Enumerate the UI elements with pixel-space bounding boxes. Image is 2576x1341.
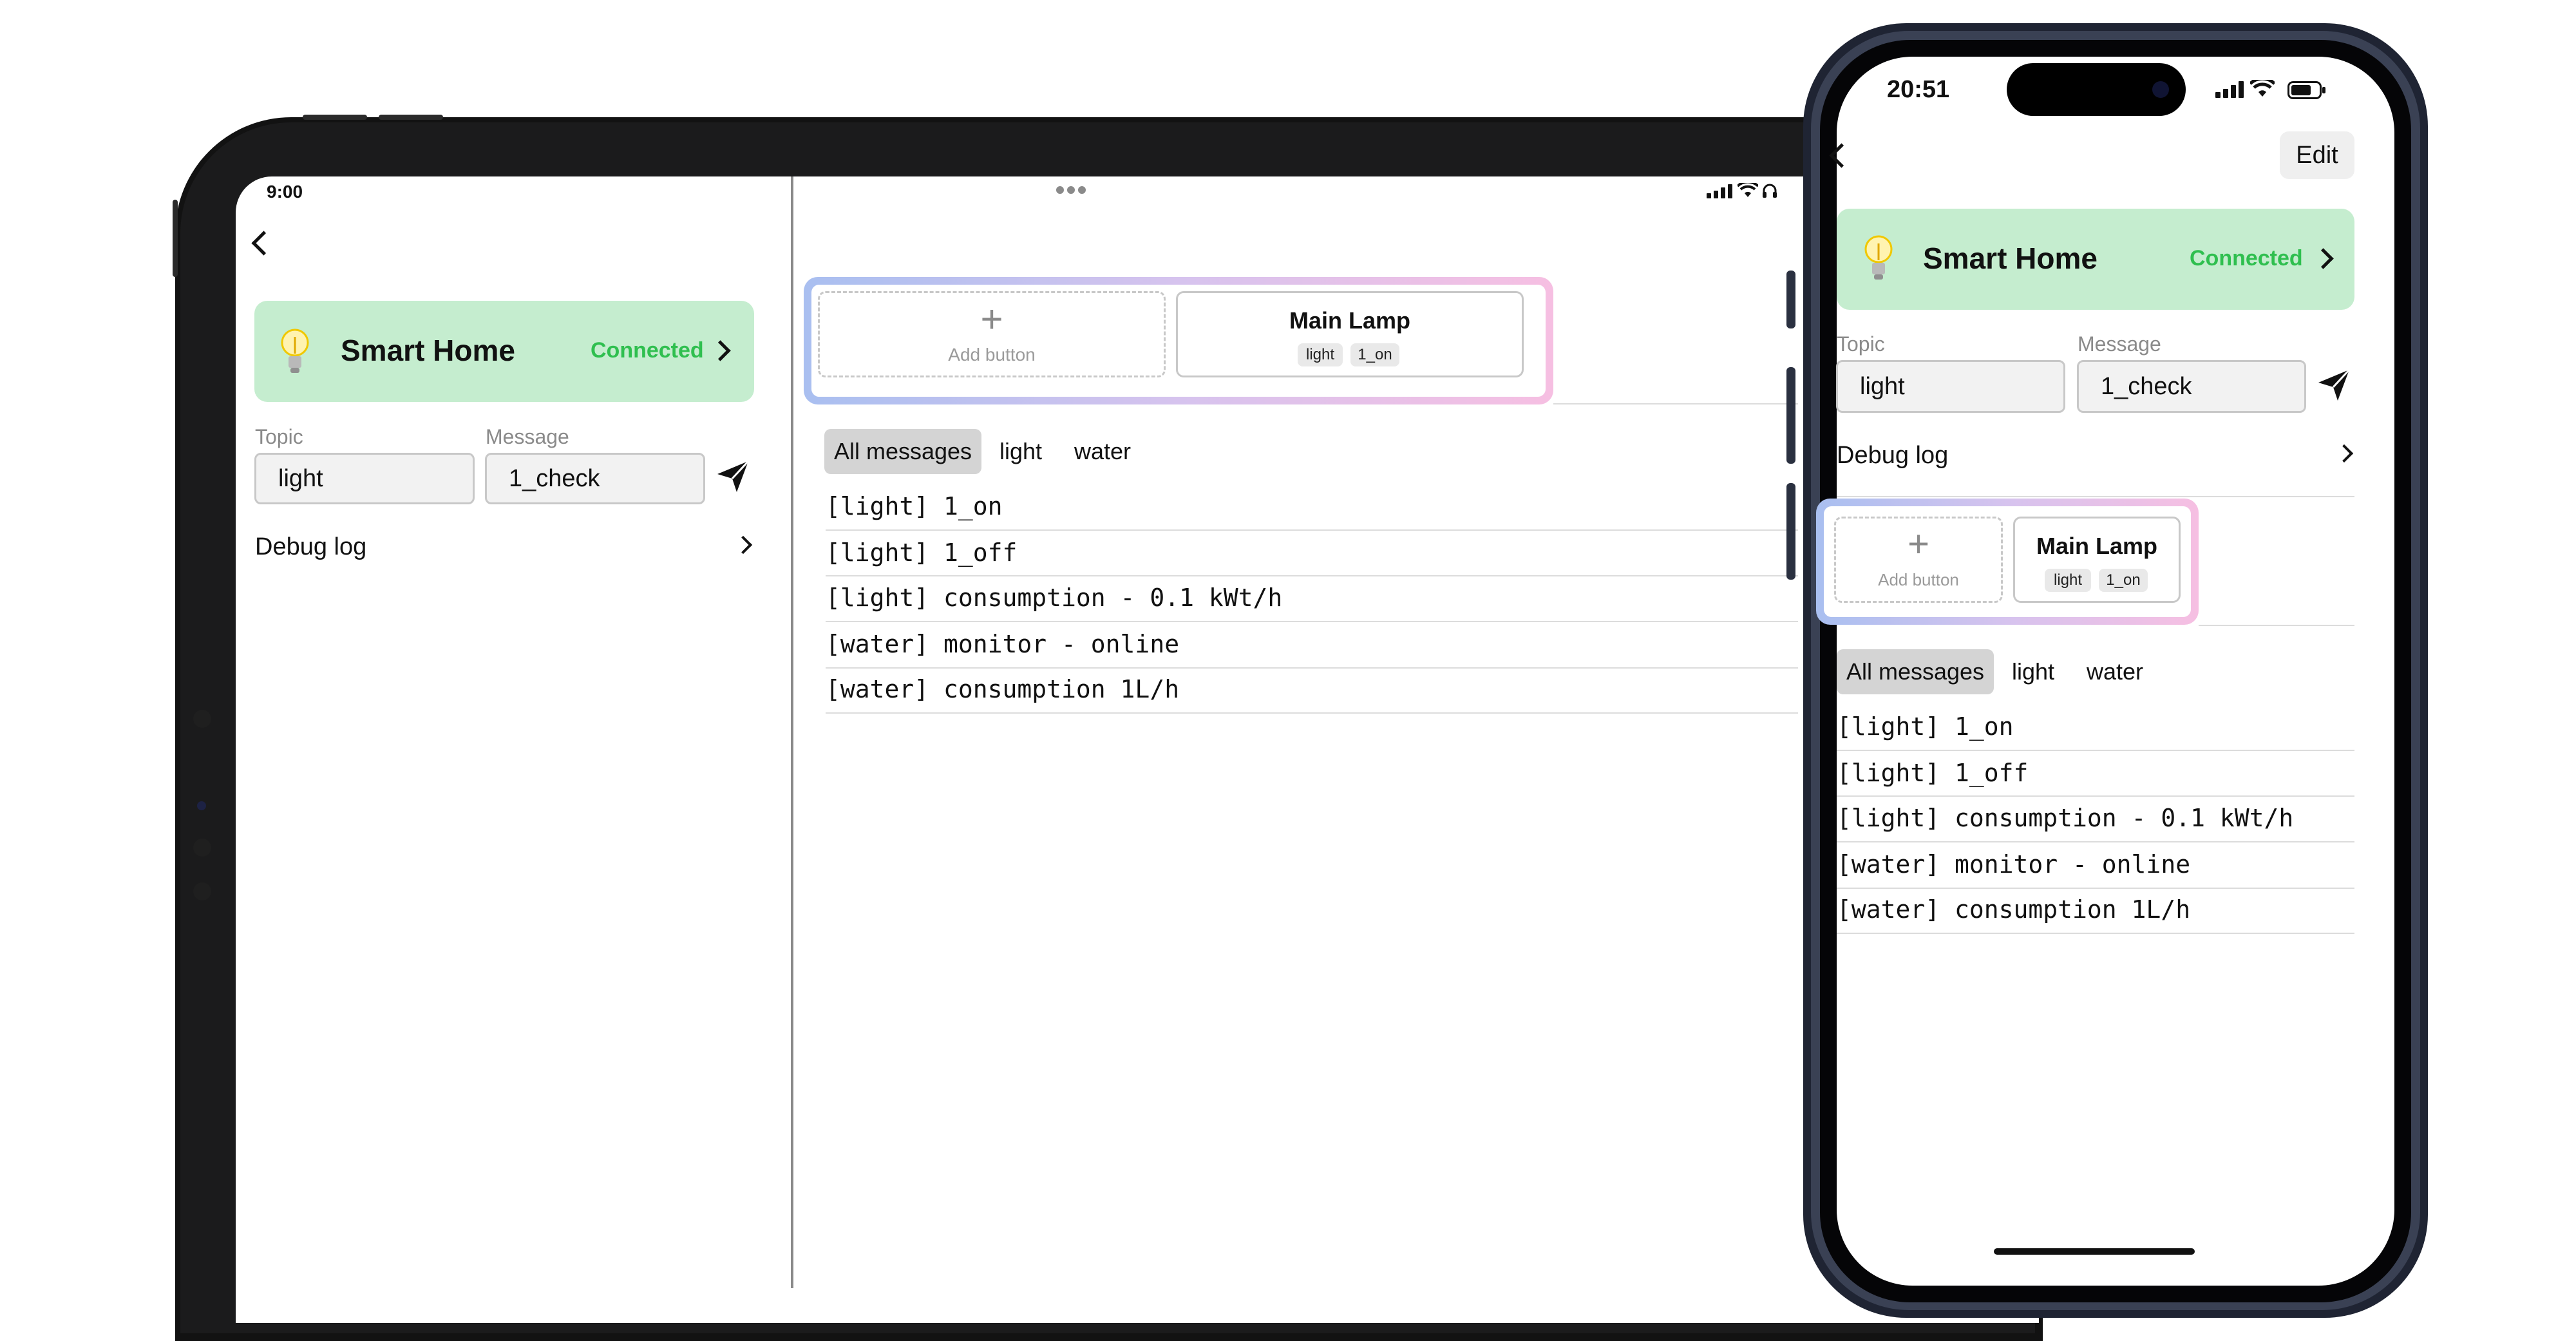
paper-plane-icon[interactable] — [2316, 367, 2352, 406]
ipad-sensor — [193, 710, 211, 728]
ipad-side-button — [173, 200, 178, 277]
phone-side-button — [1786, 483, 1795, 580]
buttons-panel: + Add button Main Lamp light 1_on — [1816, 499, 2199, 625]
main-lamp-title: Main Lamp — [2036, 533, 2157, 559]
cellular-signal-icon — [1707, 184, 1734, 202]
topic-input[interactable]: light — [254, 453, 475, 504]
topic-input-value: light — [1860, 372, 1905, 400]
connection-status: Connected — [591, 338, 704, 363]
main-lamp-button[interactable]: Main Lamp light 1_on — [1176, 291, 1524, 377]
add-button[interactable]: + Add button — [818, 291, 1166, 377]
status-time: 9:00 — [267, 182, 303, 202]
message-label: Message — [2078, 332, 2161, 356]
connection-status: Connected — [2190, 246, 2303, 271]
ipad-sensor — [193, 839, 211, 857]
plus-icon: + — [980, 298, 1003, 341]
tab-light[interactable]: light — [999, 438, 1042, 465]
message-input-value: 1_check — [509, 464, 600, 492]
log-line: [water] consumption 1L/h — [1837, 895, 2191, 924]
paper-plane-icon[interactable] — [715, 459, 751, 498]
ipad-top-button — [303, 115, 367, 120]
log-line: [light] 1_off — [1837, 759, 2029, 787]
separator — [1553, 403, 1798, 404]
wifi-icon — [1736, 180, 1759, 202]
plus-icon: + — [1908, 523, 1929, 565]
message-input[interactable]: 1_check — [485, 453, 705, 504]
log-line: [light] 1_off — [826, 538, 1018, 567]
log-line: [water] monitor - online — [826, 630, 1180, 658]
front-camera — [2152, 81, 2169, 98]
tab-light[interactable]: light — [2012, 658, 2054, 685]
tab-water[interactable]: water — [2087, 658, 2143, 685]
home-title: Smart Home — [1923, 242, 2098, 275]
main-lamp-button[interactable]: Main Lamp light 1_on — [2013, 517, 2181, 603]
ipad-top-button — [379, 115, 443, 120]
topic-label: Topic — [1837, 332, 1885, 356]
separator — [826, 621, 1798, 622]
separator — [826, 575, 1798, 576]
home-title: Smart Home — [341, 334, 515, 367]
debug-log-row[interactable]: Debug log — [1837, 442, 1948, 470]
ipad-camera — [197, 801, 206, 810]
tab-water[interactable]: water — [1074, 438, 1131, 465]
topic-label: Topic — [255, 425, 303, 448]
tag-chip: light — [1298, 343, 1343, 366]
separator — [826, 667, 1798, 669]
status-time: 20:51 — [1887, 76, 1950, 103]
log-line: [water] consumption 1L/h — [826, 675, 1180, 703]
cellular-signal-icon — [2215, 81, 2244, 101]
separator — [1837, 841, 2354, 842]
phone-side-button — [1786, 271, 1795, 328]
phone-side-button — [1786, 367, 1795, 464]
split-divider[interactable] — [791, 176, 793, 1288]
buttons-panel: + Add button Main Lamp light 1_on — [804, 277, 1553, 404]
separator — [1837, 750, 2354, 751]
main-lamp-title: Main Lamp — [1289, 307, 1410, 334]
ipad-sensor — [193, 882, 211, 900]
chevron-right-icon — [2313, 248, 2334, 269]
separator — [1837, 888, 2354, 889]
battery-icon — [2287, 81, 2326, 102]
separator — [2199, 625, 2354, 626]
message-label: Message — [486, 425, 569, 448]
tab-all-messages[interactable]: All messages — [824, 429, 981, 474]
log-line: [light] 1_on — [826, 492, 1003, 520]
add-button-label: Add button — [1878, 570, 1959, 589]
home-card[interactable]: Smart Home Connected — [254, 301, 754, 402]
tag-chip: 1_on — [1350, 343, 1399, 366]
topic-input-value: light — [278, 464, 323, 492]
separator — [1837, 795, 2354, 797]
message-input-value: 1_check — [2101, 372, 2192, 400]
headphones-icon — [1762, 183, 1777, 202]
multitasking-dots-icon[interactable] — [1056, 185, 1086, 198]
debug-log-row[interactable]: Debug log — [255, 533, 366, 561]
lightbulb-icon — [280, 328, 310, 379]
edit-button[interactable]: Edit — [2280, 131, 2354, 179]
log-line: [light] 1_on — [1837, 712, 2014, 741]
topic-input[interactable]: light — [1836, 360, 2065, 413]
home-card[interactable]: Smart Home Connected — [1837, 209, 2354, 310]
wifi-icon — [2249, 77, 2276, 101]
separator — [1837, 933, 2354, 934]
tag-chip: 1_on — [2099, 569, 2148, 592]
add-button-label: Add button — [948, 345, 1036, 365]
separator — [826, 529, 1798, 531]
log-line: [light] consumption - 0.1 kWt/h — [1837, 804, 2294, 832]
add-button[interactable]: + Add button — [1834, 517, 2003, 603]
tab-all-messages[interactable]: All messages — [1837, 649, 1994, 694]
log-line: [light] consumption - 0.1 kWt/h — [826, 584, 1283, 612]
home-indicator[interactable] — [1994, 1248, 2195, 1255]
log-line: [water] monitor - online — [1837, 850, 2191, 879]
lightbulb-icon — [1864, 234, 1893, 285]
chevron-right-icon — [710, 340, 731, 361]
tag-chip: light — [2045, 569, 2091, 592]
separator — [826, 712, 1798, 714]
separator — [1837, 496, 2354, 497]
message-input[interactable]: 1_check — [2077, 360, 2306, 413]
